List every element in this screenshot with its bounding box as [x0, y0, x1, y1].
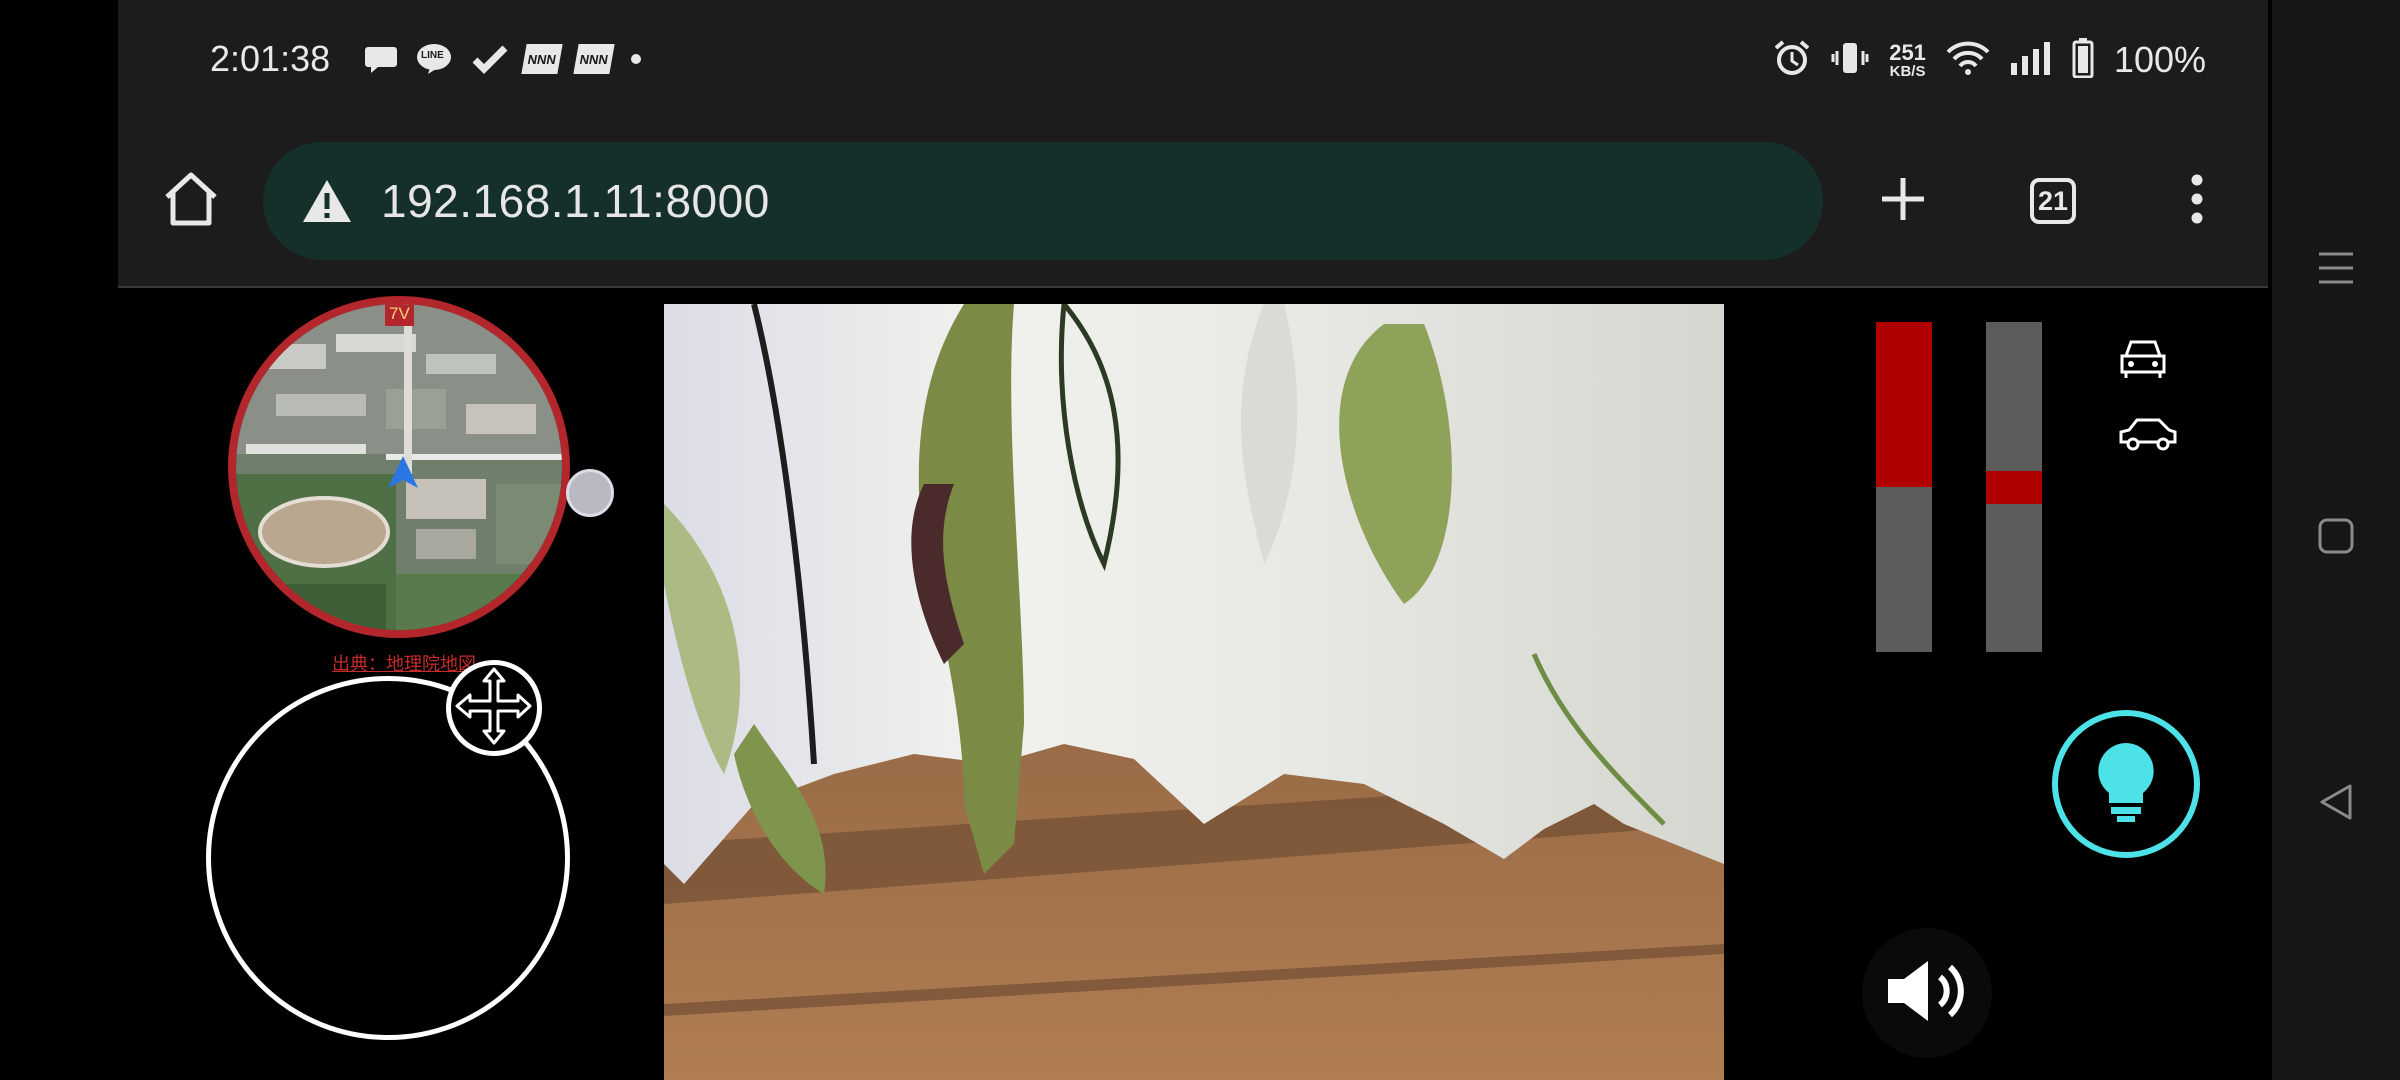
home-button[interactable] — [148, 158, 234, 244]
status-bar: 2:01:38 LINE NNN NNN 251 KB/S 100% — [118, 0, 2268, 120]
status-time: 2:01:38 — [210, 38, 331, 79]
browser-toolbar: 192.168.1.11:8000 21 — [118, 120, 2268, 288]
nnn-badge-text: NNN — [578, 51, 610, 67]
menu-dots-icon — [2190, 173, 2204, 230]
new-tab-button[interactable] — [1860, 158, 1946, 244]
url-bar[interactable]: 192.168.1.11:8000 — [263, 142, 1823, 260]
plus-icon — [1878, 174, 1928, 229]
alarm-icon — [1773, 39, 1811, 82]
speaker-icon — [1884, 959, 1970, 1028]
tabs-icon: 21 — [2030, 178, 2076, 224]
light-toggle-button[interactable] — [2052, 710, 2200, 858]
home-square-icon — [2316, 516, 2356, 561]
tabs-button[interactable]: 21 — [2010, 158, 2096, 244]
back-nav-button[interactable] — [2302, 770, 2370, 838]
throttle-gauge-right — [1986, 322, 2042, 652]
wifi-icon — [1946, 40, 1990, 81]
nnn-icon: NNN — [521, 42, 563, 76]
dot-icon — [630, 42, 642, 76]
net-speed: 251 KB/S — [1889, 39, 1926, 80]
chat-bubble-icon — [364, 42, 398, 76]
throttle-gauge-left — [1876, 322, 1932, 652]
battery-icon — [2072, 37, 2094, 83]
back-icon — [2316, 782, 2356, 827]
nnn-badge-text: NNN — [526, 51, 558, 67]
menu-button[interactable] — [2154, 158, 2240, 244]
car-front-icon[interactable] — [2118, 336, 2174, 392]
recents-button[interactable] — [2302, 236, 2370, 304]
tab-count: 21 — [2037, 185, 2069, 216]
gauge-left-fill — [1876, 322, 1932, 487]
recents-icon — [2316, 248, 2356, 293]
status-right-group: 251 KB/S 100% — [1773, 36, 2206, 84]
warning-icon[interactable] — [301, 178, 353, 224]
sound-button[interactable] — [1862, 928, 1992, 1058]
net-speed-unit: KB/S — [1889, 62, 1926, 80]
map-resize-handle[interactable] — [566, 469, 614, 517]
navigation-arrow-icon — [386, 454, 420, 495]
vibrate-icon — [1831, 39, 1869, 82]
net-speed-value: 251 — [1889, 39, 1926, 65]
line-icon: LINE — [416, 42, 452, 76]
minimap[interactable]: 7V — [228, 296, 570, 638]
line-badge-text: LINE — [421, 50, 444, 61]
map-badge: 7V — [385, 304, 414, 326]
battery-percent: 100% — [2113, 39, 2206, 80]
gauge-right-fill — [1986, 470, 2042, 504]
lightbulb-icon — [2095, 741, 2157, 828]
nnn-icon: NNN — [573, 42, 615, 76]
joystick-knob[interactable] — [446, 660, 542, 756]
move-arrows-icon — [453, 665, 535, 752]
home-icon — [161, 171, 221, 232]
camera-view — [664, 304, 1724, 1080]
home-nav-button[interactable] — [2302, 504, 2370, 572]
vehicle-mode-group — [2118, 336, 2178, 464]
check-icon — [472, 42, 508, 76]
system-navigation-bar — [2272, 0, 2400, 1080]
url-text[interactable]: 192.168.1.11:8000 — [381, 174, 770, 228]
car-side-icon[interactable] — [2118, 414, 2178, 464]
signal-icon — [2010, 41, 2052, 80]
